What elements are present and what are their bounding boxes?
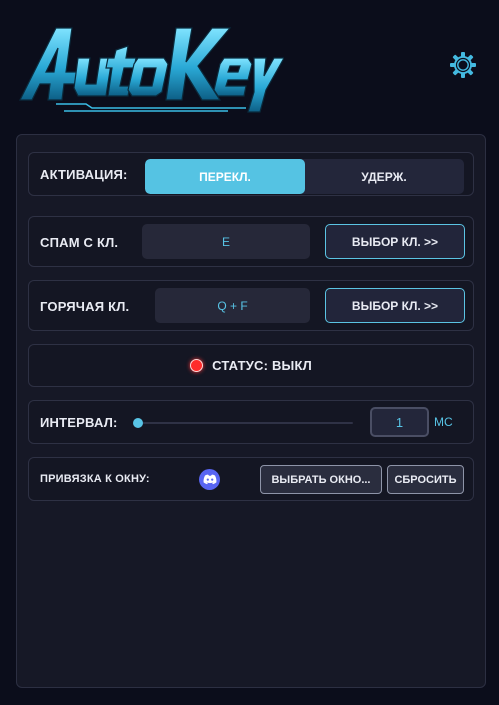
status-row: СТАТУС: ВЫКЛ bbox=[28, 344, 474, 387]
hotkey-select-button[interactable]: ВЫБОР КЛ. >> bbox=[325, 288, 465, 323]
toggle-mode-option[interactable]: ПЕРЕКЛ. bbox=[145, 159, 305, 194]
interval-slider-track[interactable] bbox=[139, 422, 353, 424]
status-dot-icon bbox=[190, 359, 204, 372]
settings-panel: АКТИВАЦИЯ: ПЕРЕКЛ. УДЕРЖ. СПАМ С КЛ. E В… bbox=[16, 134, 486, 688]
autokey-logo bbox=[16, 14, 284, 116]
status-indicator: СТАТУС: ВЫКЛ bbox=[29, 345, 473, 386]
hold-mode-option[interactable]: УДЕРЖ. bbox=[304, 159, 464, 194]
activation-row: АКТИВАЦИЯ: ПЕРЕКЛ. УДЕРЖ. bbox=[28, 152, 474, 196]
interval-label: ИНТЕРВАЛ: bbox=[40, 415, 118, 430]
spam-key-label: СПАМ С КЛ. bbox=[40, 235, 119, 250]
spam-key-field[interactable]: E bbox=[142, 224, 310, 259]
app-window: АКТИВАЦИЯ: ПЕРЕКЛ. УДЕРЖ. СПАМ С КЛ. E В… bbox=[0, 0, 499, 705]
discord-icon bbox=[199, 469, 220, 490]
hotkey-field[interactable]: Q + F bbox=[155, 288, 310, 323]
spam-key-select-button[interactable]: ВЫБОР КЛ. >> bbox=[325, 224, 465, 259]
activation-mode-toggle[interactable]: ПЕРЕКЛ. УДЕРЖ. bbox=[145, 159, 464, 194]
select-window-button[interactable]: ВЫБРАТЬ ОКНО... bbox=[260, 465, 382, 494]
reset-window-button[interactable]: СБРОСИТЬ bbox=[387, 465, 464, 494]
window-bind-label: ПРИВЯЗКА К ОКНУ: bbox=[40, 473, 150, 485]
interval-slider-thumb[interactable] bbox=[133, 418, 143, 428]
interval-unit: МС bbox=[434, 415, 453, 429]
activation-label: АКТИВАЦИЯ: bbox=[40, 167, 128, 182]
settings-gear-icon[interactable] bbox=[449, 51, 477, 79]
status-text: СТАТУС: ВЫКЛ bbox=[212, 358, 312, 373]
spam-key-row: СПАМ С КЛ. E ВЫБОР КЛ. >> bbox=[28, 216, 474, 267]
window-bind-row: ПРИВЯЗКА К ОКНУ: ВЫБРАТЬ ОКНО... СБРОСИТ… bbox=[28, 457, 474, 501]
interval-row: ИНТЕРВАЛ: 1 МС bbox=[28, 400, 474, 444]
hotkey-label: ГОРЯЧАЯ КЛ. bbox=[40, 299, 130, 314]
hotkey-row: ГОРЯЧАЯ КЛ. Q + F ВЫБОР КЛ. >> bbox=[28, 280, 474, 331]
interval-value-input[interactable]: 1 bbox=[370, 407, 429, 437]
